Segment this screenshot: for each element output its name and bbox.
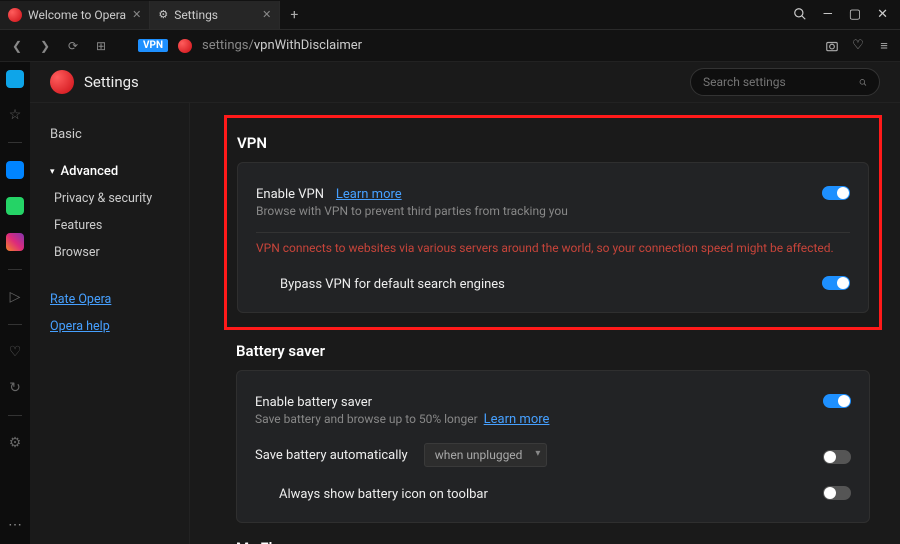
tab-label: Welcome to Opera bbox=[28, 8, 126, 22]
page-title: Settings bbox=[84, 73, 139, 91]
always-battery-icon-label: Always show battery icon on toolbar bbox=[279, 487, 488, 502]
settings-icon[interactable]: ⚙ bbox=[6, 434, 24, 452]
opera-logo bbox=[50, 70, 74, 94]
settings-header: Settings bbox=[30, 62, 900, 102]
vpn-learn-more-link[interactable]: Learn more bbox=[336, 187, 402, 202]
sidebar-item-browser[interactable]: Browser bbox=[50, 239, 177, 266]
close-icon[interactable]: ✕ bbox=[262, 8, 271, 21]
bypass-vpn-label: Bypass VPN for default search engines bbox=[280, 277, 505, 292]
opera-icon bbox=[8, 8, 22, 22]
gear-icon: ⚙ bbox=[158, 8, 168, 21]
sidebar-item-basic[interactable]: Basic bbox=[50, 121, 177, 148]
back-button[interactable]: ❮ bbox=[8, 37, 26, 55]
vpn-warning: VPN connects to websites via various ser… bbox=[256, 232, 850, 263]
whatsapp-icon[interactable] bbox=[6, 197, 24, 215]
enable-battery-label: Enable battery saver bbox=[255, 395, 372, 410]
search-icon bbox=[859, 76, 867, 89]
reload-button[interactable]: ⟳ bbox=[64, 37, 82, 55]
settings-panel[interactable]: VPN Enable VPN Learn more Browse with VP… bbox=[190, 103, 900, 544]
always-battery-icon-toggle[interactable] bbox=[823, 486, 851, 500]
vpn-badge[interactable]: VPN bbox=[138, 39, 168, 52]
rail-home-icon[interactable] bbox=[6, 70, 24, 88]
search-icon[interactable] bbox=[793, 7, 807, 22]
messenger-icon[interactable] bbox=[6, 161, 24, 179]
search-input[interactable] bbox=[703, 75, 859, 89]
heart-icon[interactable]: ♡ bbox=[850, 38, 866, 54]
history-icon[interactable]: ↻ bbox=[6, 379, 24, 397]
sidebar-item-features[interactable]: Features bbox=[50, 212, 177, 239]
opera-icon bbox=[178, 39, 192, 53]
heart-icon[interactable]: ♡ bbox=[6, 343, 24, 361]
snapshot-icon[interactable] bbox=[824, 38, 840, 54]
instagram-icon[interactable] bbox=[6, 233, 24, 251]
bypass-vpn-toggle[interactable] bbox=[822, 276, 850, 290]
enable-vpn-subtext: Browse with VPN to prevent third parties… bbox=[256, 204, 822, 218]
auto-battery-label: Save battery automatically bbox=[255, 448, 408, 463]
minimize-button[interactable]: — bbox=[823, 7, 833, 22]
more-icon[interactable]: ⋯ bbox=[6, 516, 24, 534]
tab-welcome[interactable]: Welcome to Opera ✕ bbox=[0, 1, 150, 29]
close-icon[interactable]: ✕ bbox=[132, 8, 141, 21]
vpn-highlight: VPN Enable VPN Learn more Browse with VP… bbox=[224, 115, 882, 330]
enable-battery-subtext: Save battery and browse up to 50% longer bbox=[255, 412, 478, 426]
play-icon[interactable]: ▷ bbox=[6, 288, 24, 306]
address-bar: ❮ ❯ ⟳ ⊞ VPN settings/vpnWithDisclaimer ♡… bbox=[0, 30, 900, 62]
sidebar-link-rate[interactable]: Rate Opera bbox=[50, 286, 177, 313]
url-display[interactable]: settings/vpnWithDisclaimer bbox=[202, 38, 362, 53]
settings-sidebar: Basic ▾Advanced Privacy & security Featu… bbox=[30, 103, 190, 544]
section-title-flow: My Flow bbox=[236, 539, 870, 544]
search-settings[interactable] bbox=[690, 68, 880, 96]
battery-card: Enable battery saver Save battery and br… bbox=[236, 370, 870, 523]
vpn-card: Enable VPN Learn more Browse with VPN to… bbox=[237, 162, 869, 313]
menu-icon[interactable]: ≡ bbox=[876, 38, 892, 54]
enable-vpn-label: Enable VPN bbox=[256, 187, 324, 202]
auto-battery-select[interactable]: when unplugged bbox=[424, 443, 548, 467]
maximize-button[interactable]: ▢ bbox=[849, 7, 861, 22]
tab-settings[interactable]: ⚙ Settings ✕ bbox=[150, 1, 280, 29]
sidebar-link-help[interactable]: Opera help bbox=[50, 313, 177, 340]
section-title-vpn: VPN bbox=[237, 134, 869, 152]
bookmark-icon[interactable]: ☆ bbox=[6, 106, 24, 124]
battery-learn-more-link[interactable]: Learn more bbox=[484, 412, 550, 427]
auto-battery-toggle[interactable] bbox=[823, 450, 851, 464]
tab-label: Settings bbox=[174, 8, 218, 22]
new-tab-button[interactable]: + bbox=[280, 7, 308, 23]
speed-dial-icon[interactable]: ⊞ bbox=[92, 37, 110, 55]
sidebar-item-privacy[interactable]: Privacy & security bbox=[50, 185, 177, 212]
enable-battery-toggle[interactable] bbox=[823, 394, 851, 408]
sidebar-rail: ☆ ▷ ♡ ↻ ⚙ ⋯ bbox=[0, 62, 30, 544]
titlebar: Welcome to Opera ✕ ⚙ Settings ✕ + — ▢ ✕ bbox=[0, 0, 900, 30]
section-title-battery: Battery saver bbox=[236, 342, 870, 360]
enable-vpn-toggle[interactable] bbox=[822, 186, 850, 200]
forward-button[interactable]: ❯ bbox=[36, 37, 54, 55]
close-button[interactable]: ✕ bbox=[877, 7, 888, 22]
sidebar-item-advanced[interactable]: ▾Advanced bbox=[50, 158, 177, 185]
